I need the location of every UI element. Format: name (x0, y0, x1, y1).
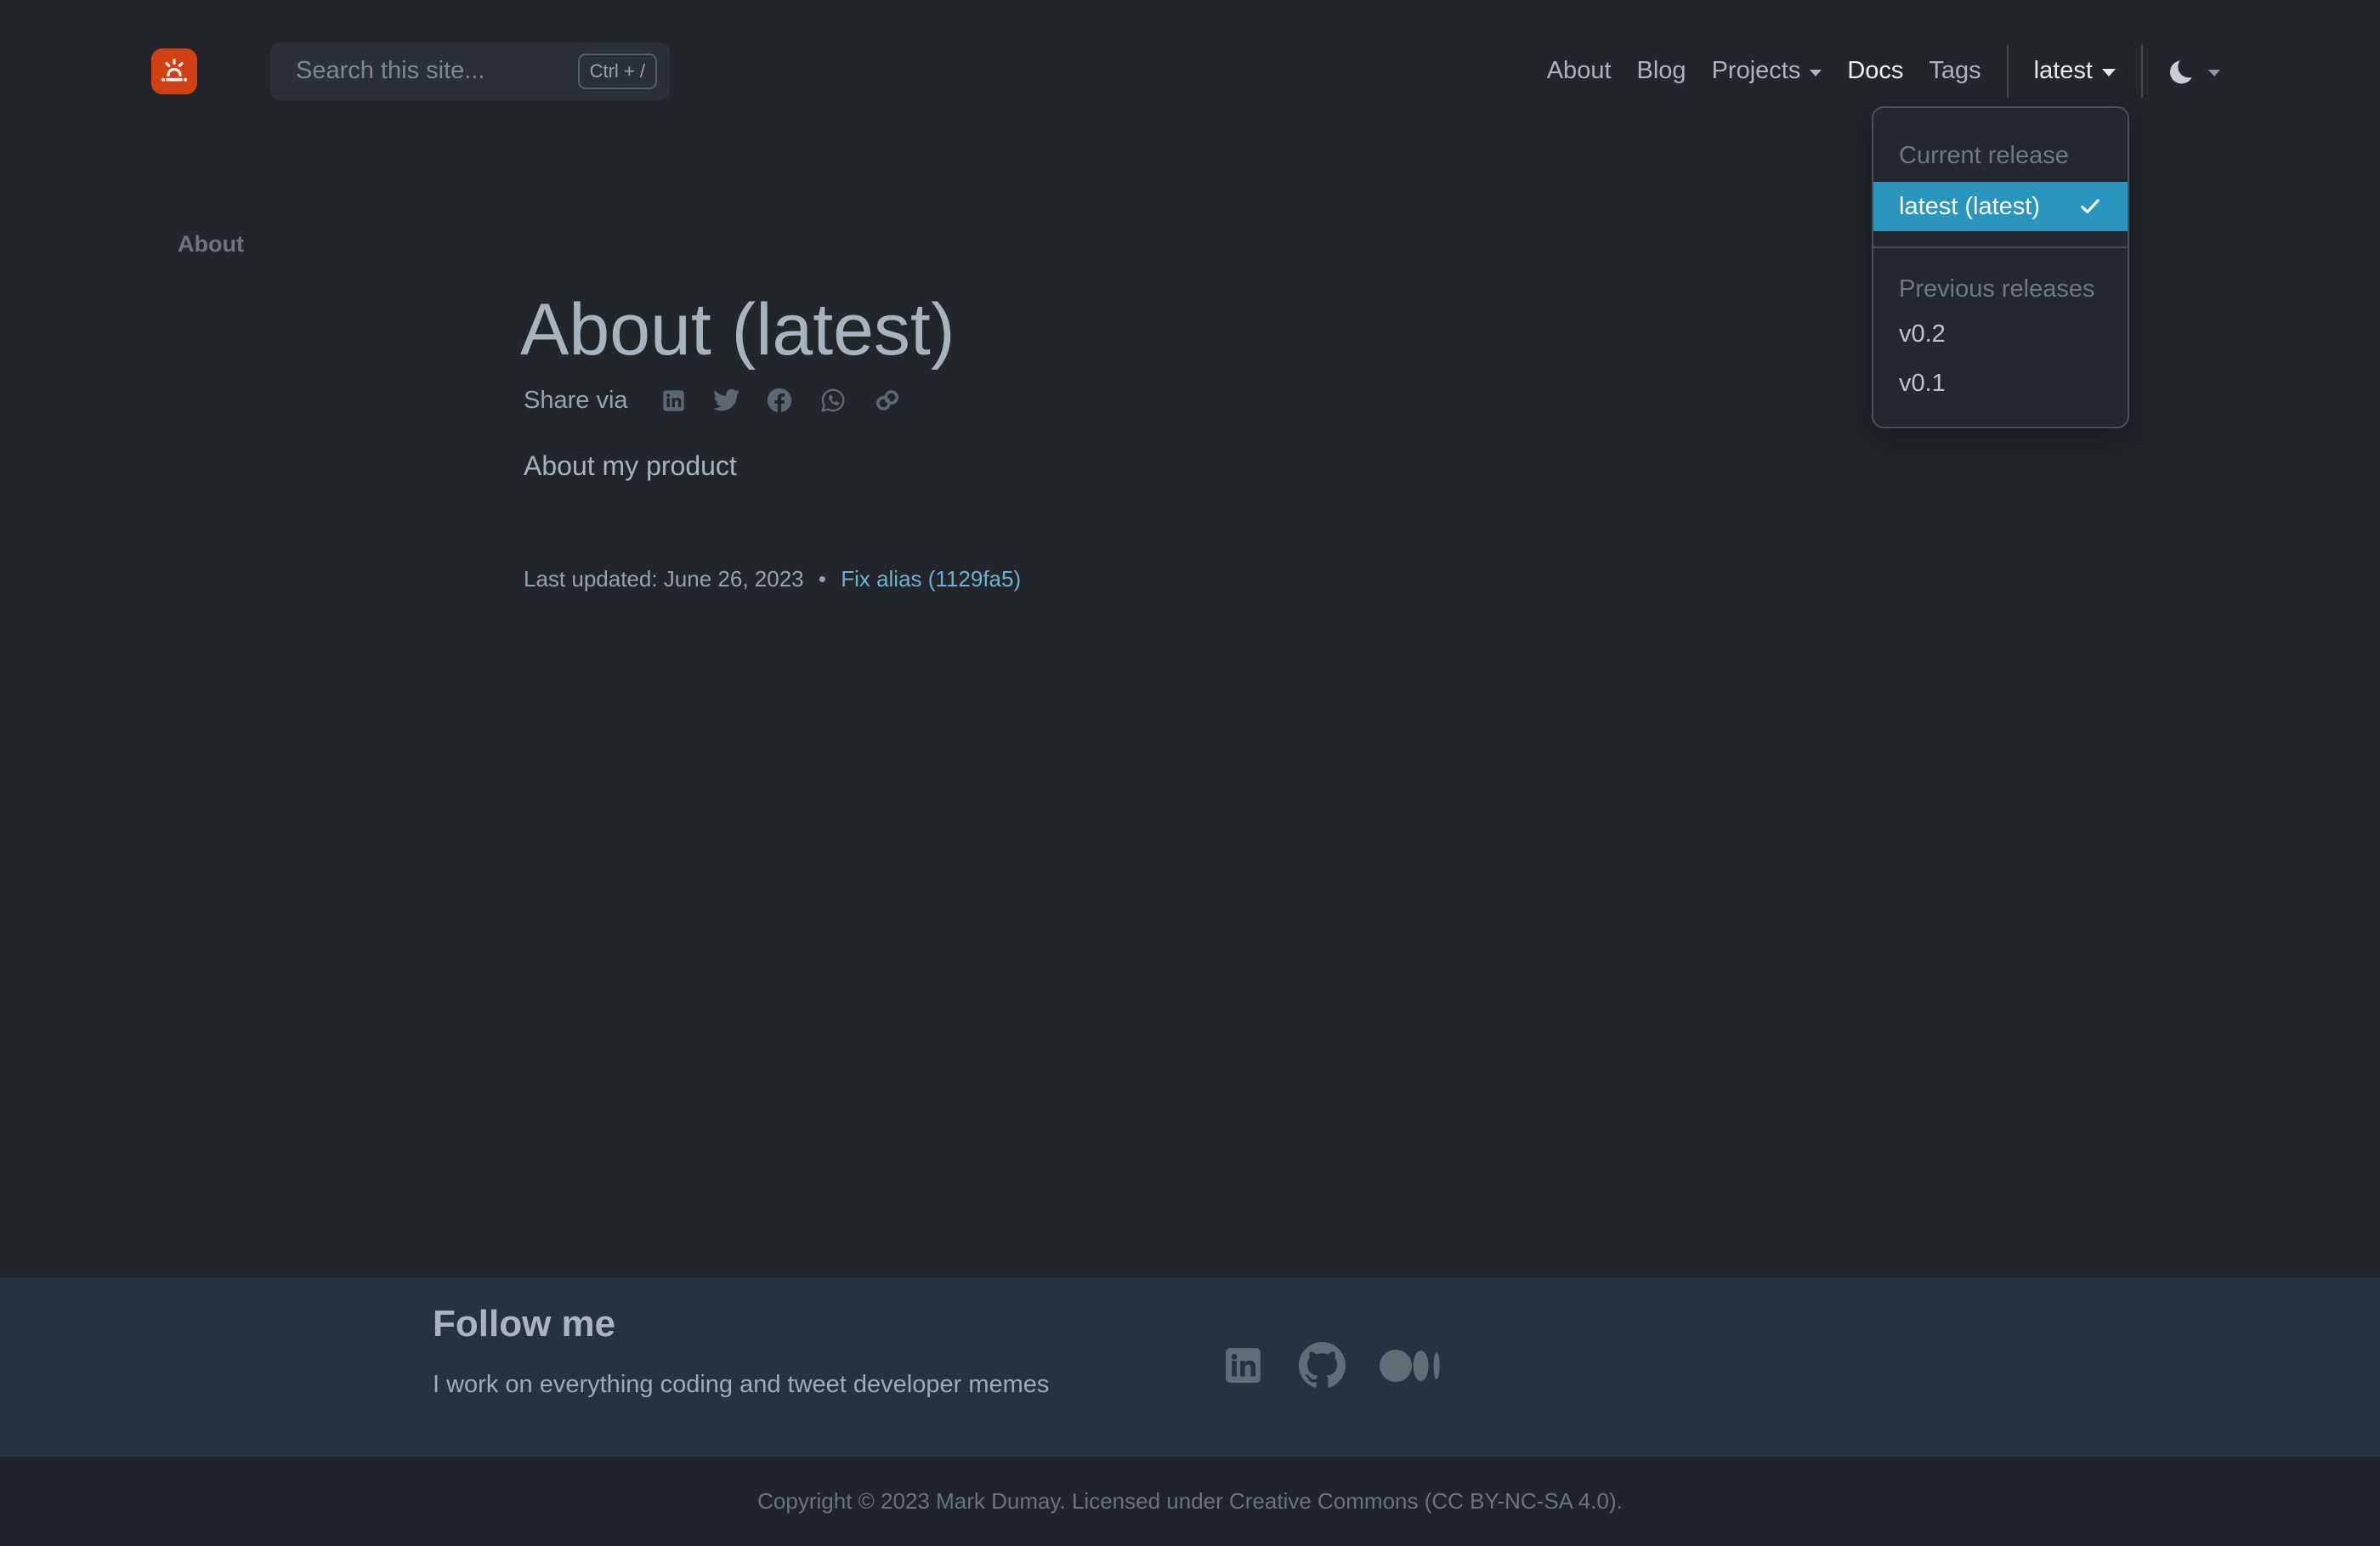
nav-item-about[interactable]: About (1547, 57, 1612, 85)
chevron-down-icon (1810, 70, 1822, 76)
version-item-latest[interactable]: latest (latest) (1873, 182, 2128, 231)
github-icon[interactable] (1299, 1342, 1346, 1389)
chevron-down-icon (2208, 70, 2220, 76)
footer: Follow me I work on everything coding an… (0, 1277, 2380, 1457)
nav-divider (2141, 45, 2143, 98)
commit-link[interactable]: Fix alias (1129fa5) (841, 566, 1021, 592)
share-row: Share via (524, 381, 927, 420)
page-title: About (latest) (520, 286, 955, 374)
dropdown-header-previous: Previous releases (1873, 269, 2128, 309)
dropdown-divider (1873, 246, 2128, 248)
footer-subtitle: I work on everything coding and tweet de… (433, 1371, 1049, 1399)
theme-toggle-button[interactable] (2168, 57, 2220, 86)
version-dropdown-button[interactable]: latest (2034, 57, 2116, 85)
article-body: About my product (524, 450, 737, 482)
version-dropdown-menu: Current release latest (latest) Previous… (1872, 106, 2129, 428)
facebook-share-icon[interactable] (765, 386, 794, 415)
last-updated-text: Last updated: June 26, 2023 (524, 566, 804, 592)
version-item-v0-2[interactable]: v0.2 (1873, 309, 2128, 359)
meta-bullet: • (819, 566, 826, 592)
chevron-down-icon (2102, 69, 2116, 76)
search-input[interactable] (294, 56, 578, 86)
medium-icon[interactable] (1380, 1349, 1442, 1383)
moon-icon (2168, 57, 2197, 86)
site-logo[interactable] (151, 48, 197, 94)
linkedin-share-icon[interactable] (660, 388, 687, 414)
nav-item-projects[interactable]: Projects (1712, 57, 1822, 85)
search-shortcut-badge: Ctrl + / (578, 54, 657, 89)
whatsapp-share-icon[interactable] (819, 386, 847, 415)
footer-title: Follow me (433, 1303, 615, 1345)
nav-item-docs[interactable]: Docs (1847, 57, 1903, 85)
nav-item-tags[interactable]: Tags (1929, 57, 1980, 85)
version-dropdown-label: latest (2034, 57, 2093, 85)
primary-nav: About Blog Projects Docs Tags latest (1547, 45, 2220, 98)
linkedin-icon[interactable] (1221, 1344, 1265, 1387)
version-item-v0-1[interactable]: v0.1 (1873, 359, 2128, 408)
copyright-bar: Copyright © 2023 Mark Dumay. Licensed un… (0, 1457, 2380, 1546)
share-label: Share via (524, 387, 628, 415)
sunrise-icon (157, 54, 191, 88)
footer-social-icons (1221, 1342, 1442, 1389)
nav-item-blog[interactable]: Blog (1637, 57, 1686, 85)
last-updated: Last updated: June 26, 2023 • Fix alias … (524, 566, 1021, 592)
nav-item-projects-label: Projects (1712, 57, 1801, 85)
twitter-share-icon[interactable] (711, 386, 740, 415)
dropdown-header-current: Current release (1873, 135, 2128, 176)
search-bar: Ctrl + / (270, 42, 670, 100)
copyright-text: Copyright © 2023 Mark Dumay. Licensed un… (757, 1488, 1623, 1515)
nav-divider (2007, 45, 2009, 98)
check-icon (2078, 195, 2102, 218)
sidebar-item-about[interactable]: About (178, 231, 244, 258)
version-item-latest-label: latest (latest) (1899, 182, 2040, 231)
copy-link-icon[interactable] (872, 385, 903, 416)
